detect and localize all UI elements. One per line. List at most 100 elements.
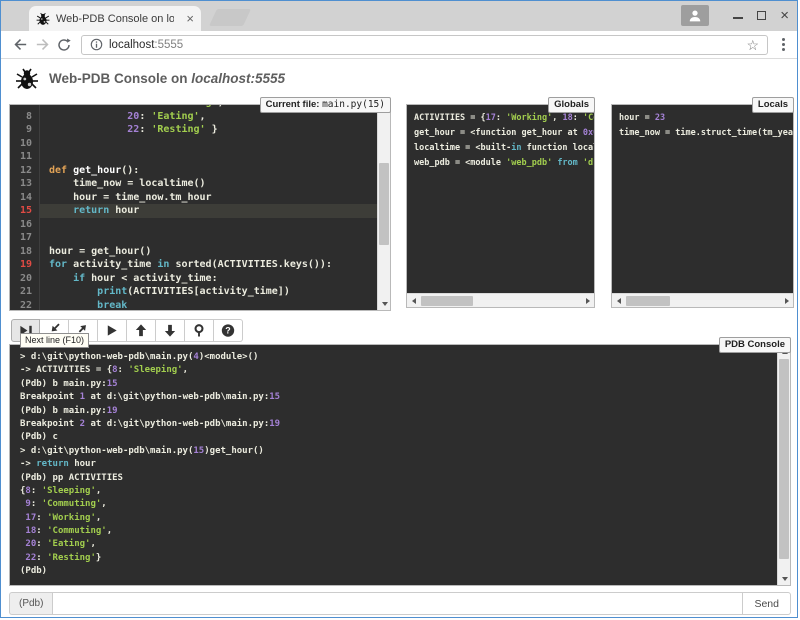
line-number: 17 xyxy=(10,231,40,245)
refresh-button[interactable] xyxy=(53,34,75,56)
bug-favicon-icon xyxy=(36,12,50,26)
locals-badge: Locals xyxy=(752,97,794,113)
console-line: 22: 'Resting'} xyxy=(20,552,777,565)
profile-button[interactable] xyxy=(681,5,709,26)
globals-hscroll-thumb[interactable] xyxy=(421,296,473,306)
console-scrollbar[interactable] xyxy=(777,345,790,585)
locals-hscroll-thumb[interactable] xyxy=(626,296,670,306)
line-number: 22 xyxy=(10,299,40,311)
console-line: time_now = time.struct_time(tm_year=2017… xyxy=(619,126,793,141)
code-line: 9 22: 'Resting' } xyxy=(10,123,377,137)
code-line: 22 break xyxy=(10,299,377,311)
line-number: 16 xyxy=(10,218,40,232)
back-button[interactable] xyxy=(9,34,31,56)
code-scrollbar[interactable] xyxy=(377,105,390,310)
console-line: 18: 'Commuting', xyxy=(20,525,777,538)
down-icon xyxy=(162,323,178,338)
browser-menu-button[interactable] xyxy=(778,36,789,53)
console-line: (Pdb) b main.py:19 xyxy=(20,405,777,418)
line-number: 19 xyxy=(10,258,40,272)
bug-logo-icon xyxy=(15,67,39,91)
code-scrollbar-thumb[interactable] xyxy=(379,163,389,245)
up-button[interactable] xyxy=(127,319,156,342)
code-line: 19for activity_time in sorted(ACTIVITIES… xyxy=(10,258,377,272)
down-button[interactable] xyxy=(156,319,185,342)
code-line: 13 time_now = localtime() xyxy=(10,177,377,191)
app-header: Web-PDB Console on localhost:5555 xyxy=(1,60,797,98)
globals-badge: Globals xyxy=(548,97,595,113)
code-line: 11 xyxy=(10,150,377,164)
console-line: get_hour = <function get_hour at 0x00000… xyxy=(414,126,594,141)
code-scroll-down-arrow[interactable] xyxy=(378,297,391,310)
back-icon xyxy=(12,36,29,53)
line-number: 13 xyxy=(10,177,40,191)
browser-tab[interactable]: Web-PDB Console on lo × xyxy=(29,6,201,31)
console-scrollbar-thumb[interactable] xyxy=(779,359,789,559)
minimize-button[interactable] xyxy=(733,9,743,22)
code-line: 20 if hour < activity_time: xyxy=(10,272,377,286)
console-line: > d:\git\python-web-pdb\main.py(15)get_h… xyxy=(20,445,777,458)
maximize-button[interactable] xyxy=(757,9,766,22)
tab-close-icon[interactable]: × xyxy=(186,12,194,25)
line-number: 21 xyxy=(10,285,40,299)
send-button[interactable]: Send xyxy=(743,592,791,615)
up-icon xyxy=(133,323,149,338)
globals-panel: Globals ACTIVITIES = {17: 'Working', 18:… xyxy=(406,104,595,308)
url-text: localhost:5555 xyxy=(109,39,183,51)
code-editor[interactable]: 7 18: 'Commuting',8 20: 'Eating',9 22: '… xyxy=(10,105,377,310)
forward-button[interactable] xyxy=(31,34,53,56)
page-title: Web-PDB Console on localhost:5555 xyxy=(49,71,285,86)
console-line: 17: 'Working', xyxy=(20,512,777,525)
code-line: 15 return hour xyxy=(10,204,377,218)
line-number: 8 xyxy=(10,110,40,124)
code-line: 14 hour = time_now.tm_hour xyxy=(10,191,377,205)
locals-content: hour = 23time_now = time.struct_time(tm_… xyxy=(612,105,793,293)
locals-hscrollbar[interactable] xyxy=(612,293,793,307)
line-number: 18 xyxy=(10,245,40,259)
line-number: 14 xyxy=(10,191,40,205)
where-button[interactable] xyxy=(185,319,214,342)
globals-scroll-left-arrow[interactable] xyxy=(407,294,420,307)
line-number: 15 xyxy=(10,204,40,218)
line-number: 9 xyxy=(10,123,40,137)
console-line: web_pdb = <module 'web_pdb' from 'd:\git… xyxy=(414,156,594,171)
globals-scroll-right-arrow[interactable] xyxy=(581,294,594,307)
line-number: 11 xyxy=(10,150,40,164)
console-line: > d:\git\python-web-pdb\main.py(4)<modul… xyxy=(20,351,777,364)
browser-window: Web-PDB Console on lo × × xyxy=(0,0,798,618)
pdb-command-input[interactable] xyxy=(52,592,743,615)
address-bar[interactable]: localhost:5555 ☆ xyxy=(81,35,768,55)
help-button[interactable]: ? xyxy=(214,319,243,342)
console-line: (Pdb) c xyxy=(20,431,777,444)
tab-bar: Web-PDB Console on lo × × xyxy=(1,1,797,31)
globals-hscrollbar[interactable] xyxy=(407,293,594,307)
code-line: 17 xyxy=(10,231,377,245)
console-scroll-down-arrow[interactable] xyxy=(778,572,791,585)
continue-button[interactable] xyxy=(98,319,127,342)
code-line: 18hour = get_hour() xyxy=(10,245,377,259)
locals-scroll-right-arrow[interactable] xyxy=(780,294,793,307)
locals-panel: Locals hour = 23time_now = time.struct_t… xyxy=(611,104,794,308)
close-button[interactable]: × xyxy=(780,9,789,22)
console-line: (Pdb) b main.py:15 xyxy=(20,378,777,391)
current-file-badge: Current file: main.py(15) xyxy=(260,97,391,113)
info-icon xyxy=(90,38,103,51)
command-input-group: (Pdb) Send xyxy=(9,592,791,615)
window-controls: × xyxy=(681,5,789,26)
browser-toolbar: localhost:5555 ☆ xyxy=(1,31,797,59)
console-line: 9: 'Commuting', xyxy=(20,498,777,511)
console-line: localtime = <built-in function localtime… xyxy=(414,141,594,156)
console-line: hour = 23 xyxy=(619,111,793,126)
new-tab-button[interactable] xyxy=(209,9,251,26)
console-line: (Pdb) xyxy=(20,565,777,578)
console-line: ACTIVITIES = {17: 'Working', 18: 'Commut… xyxy=(414,111,594,126)
bookmark-star-icon[interactable]: ☆ xyxy=(746,38,759,52)
pdb-prompt-label: (Pdb) xyxy=(9,592,52,615)
locals-scroll-left-arrow[interactable] xyxy=(612,294,625,307)
line-number: 10 xyxy=(10,137,40,151)
pdb-console-panel: PDB Console > d:\git\python-web-pdb\main… xyxy=(9,344,791,586)
svg-text:?: ? xyxy=(225,326,230,336)
profile-icon xyxy=(688,9,702,22)
tab-title: Web-PDB Console on lo xyxy=(56,13,174,25)
help-icon: ? xyxy=(220,323,236,338)
